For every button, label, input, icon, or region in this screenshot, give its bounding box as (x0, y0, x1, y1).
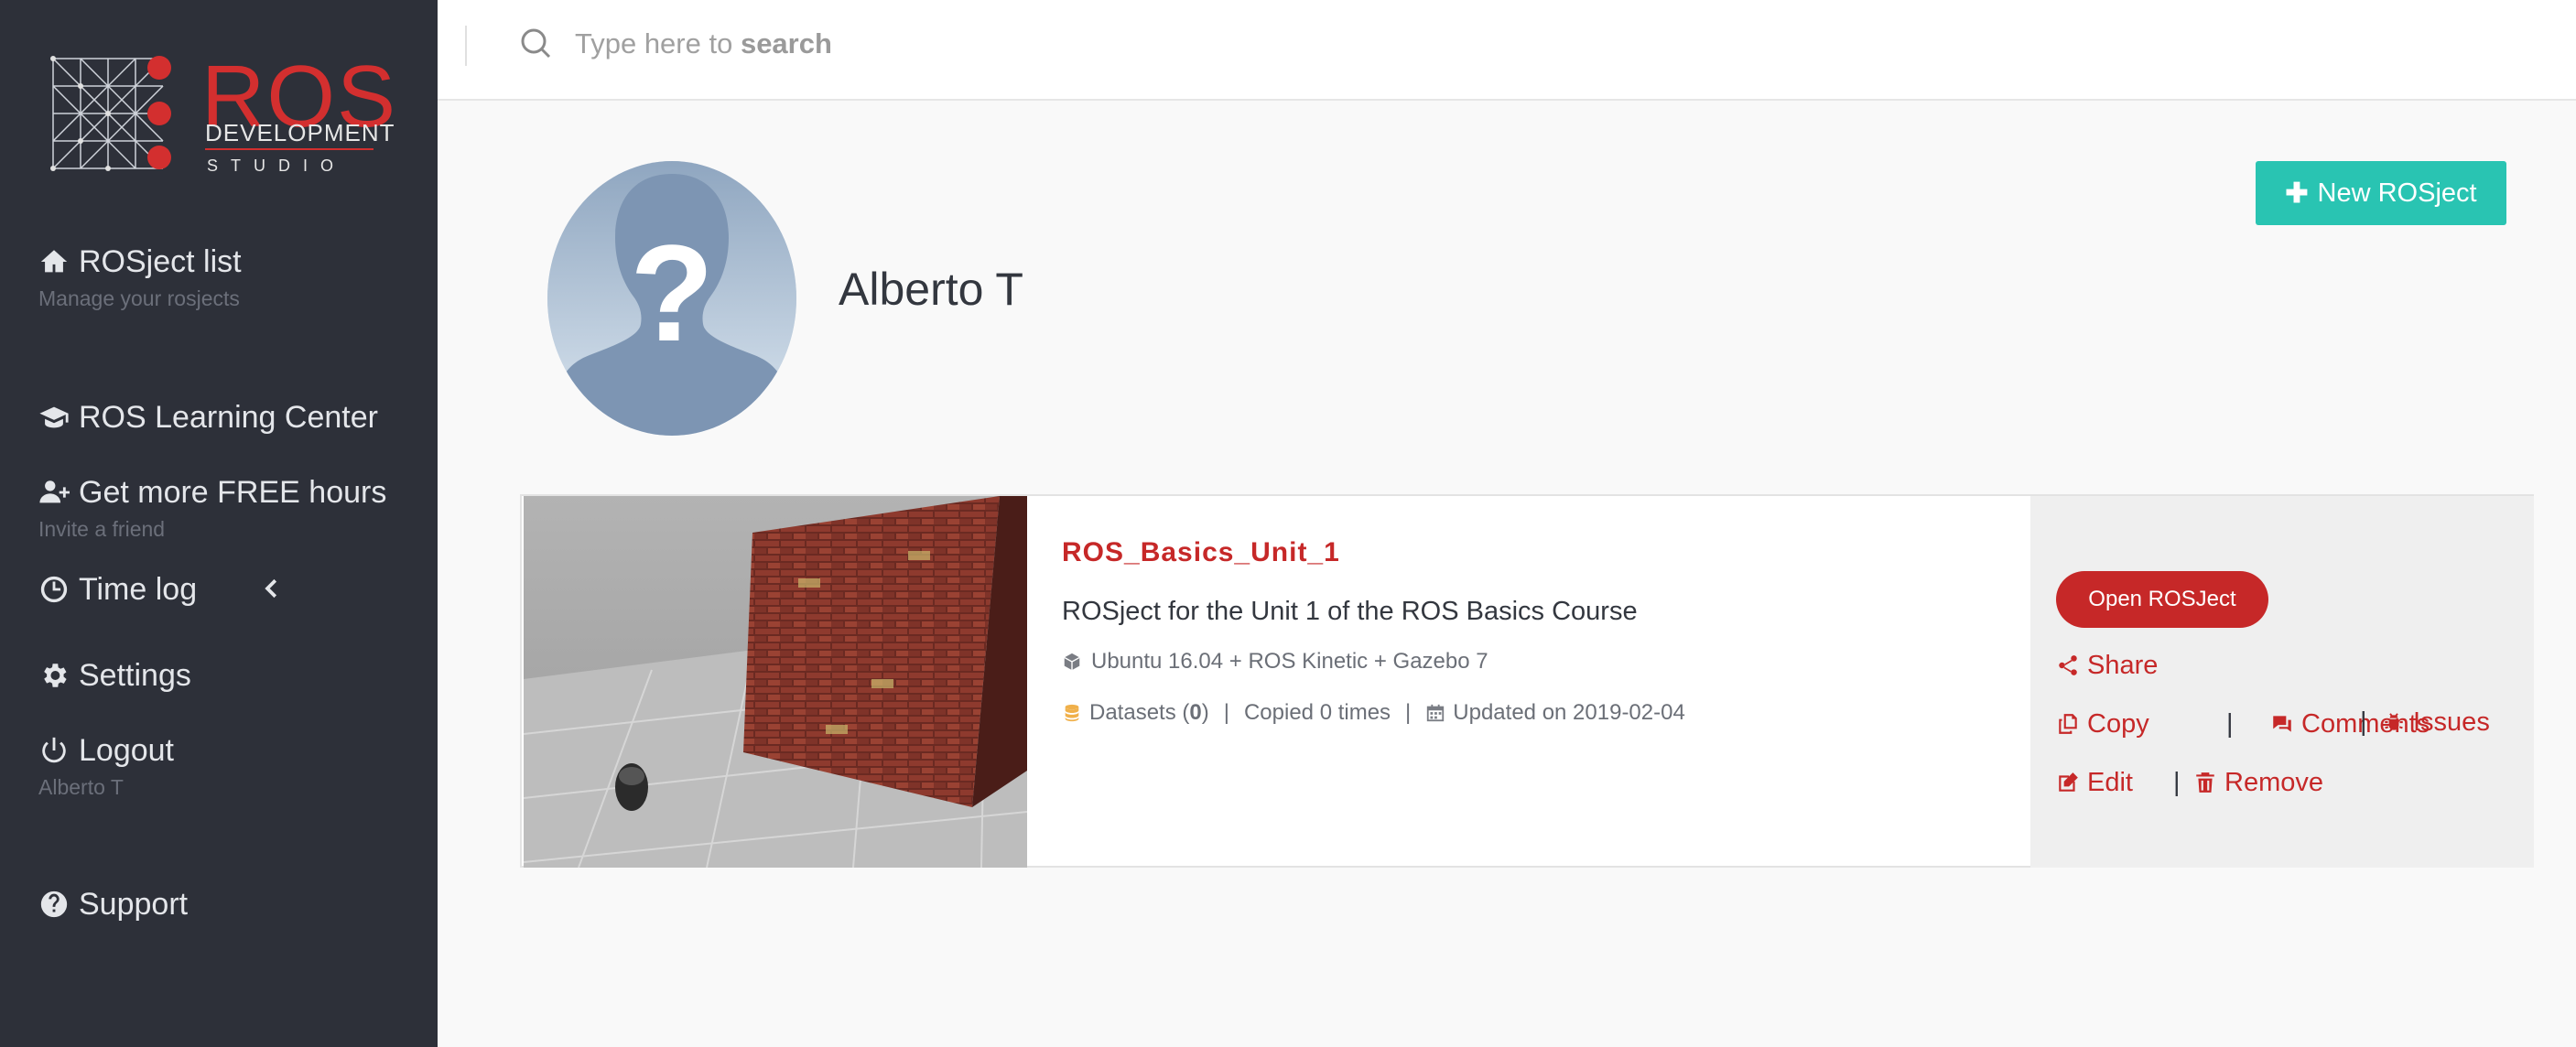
bug-icon (2385, 713, 2403, 730)
logo-line2: STUDIO (207, 157, 347, 175)
search-input[interactable] (575, 24, 1399, 66)
share-icon (2059, 655, 2077, 675)
svg-text:?: ? (630, 216, 714, 370)
question-circle-icon (38, 889, 70, 920)
logo-line1: DEVELOPMENT (205, 119, 395, 146)
clock-icon (38, 574, 70, 605)
new-rosject-label: New ROSject (2317, 178, 2477, 208)
comments-icon (2273, 716, 2291, 732)
rosject-title[interactable]: ROS_Basics_Unit_1 (1062, 536, 2023, 569)
rosject-card: ROS_Basics_Unit_1 ROSject for the Unit 1… (520, 494, 2534, 868)
sidebar-item-settings[interactable]: Settings (38, 657, 191, 694)
sidebar-item-label: Logout (79, 733, 174, 768)
issues-button[interactable]: Issues (2382, 707, 2490, 738)
sidebar-item-label: Support (79, 887, 189, 922)
rosject-environment: Ubuntu 16.04 + ROS Kinetic + Gazebo 7 (1062, 648, 2023, 675)
edit-label: Edit (2087, 768, 2133, 797)
chevron-left-icon[interactable] (258, 575, 286, 602)
copy-icon (2059, 714, 2077, 734)
edit-button[interactable]: Edit (2056, 767, 2133, 798)
remove-label: Remove (2224, 768, 2323, 797)
action-separator: | (2226, 709, 2234, 739)
datasets-close: ) (1201, 700, 1209, 725)
user-plus-icon (38, 477, 70, 508)
cube-icon (1062, 652, 1082, 672)
action-separator: | (2360, 707, 2367, 737)
sidebar-item-time-log[interactable]: Time log (38, 571, 386, 608)
rosject-stats: Datasets (0) | Copied 0 times | Updated … (1062, 699, 2023, 727)
sidebar-item-label: Settings (79, 658, 191, 693)
datasets-link[interactable]: Datasets (0) (1089, 699, 1209, 727)
gear-icon (38, 660, 70, 691)
share-button[interactable]: Share (2056, 650, 2158, 681)
copy-button[interactable]: Copy (2056, 708, 2149, 739)
database-icon (1062, 703, 1082, 723)
remove-button[interactable]: Remove (2193, 767, 2323, 798)
sidebar-item-rosject-list[interactable]: ROSject list Manage your rosjects (38, 243, 242, 311)
logo-divider (205, 148, 373, 150)
sidebar-item-learning-center[interactable]: ROS Learning Center (38, 399, 378, 436)
sidebar-item-sub: Invite a friend (38, 517, 166, 541)
open-rosject-button[interactable]: Open ROSJect (2056, 571, 2268, 628)
sidebar-item-label: Get more FREE hours (79, 475, 387, 510)
new-rosject-button[interactable]: ✚ New ROSject (2256, 161, 2506, 225)
sidebar-item-label: ROS Learning Center (79, 400, 378, 435)
action-separator: | (2173, 768, 2181, 797)
app: ROS DEVELOPMENT STUDIO ROSject list Mana… (0, 0, 2576, 1047)
meta-separator: | (1223, 700, 1229, 725)
sidebar-item-free-hours[interactable]: Get more FREE hours Invite a friend (38, 474, 386, 542)
rosject-thumbnail[interactable] (524, 496, 1027, 868)
plus-icon: ✚ (2285, 178, 2309, 209)
calendar-icon (1425, 703, 1445, 723)
updated-date: Updated on 2019-02-04 (1453, 700, 1685, 725)
search-icon[interactable] (518, 26, 555, 62)
avatar: ? (547, 161, 796, 436)
home-icon (38, 246, 70, 277)
edit-icon (2059, 772, 2078, 792)
sidebar-item-support[interactable]: Support (38, 886, 188, 923)
sidebar-item-label: ROSject list (79, 244, 242, 279)
meta-separator: | (1405, 700, 1412, 725)
issues-label: Issues (2413, 707, 2490, 737)
sidebar: ROS DEVELOPMENT STUDIO ROSject list Mana… (0, 0, 438, 1047)
rosject-description: ROSject for the Unit 1 of the ROS Basics… (1062, 597, 1638, 626)
ros-development-studio-logo[interactable]: ROS DEVELOPMENT STUDIO (44, 48, 395, 185)
sidebar-item-sub: Manage your rosjects (38, 286, 240, 310)
power-icon (38, 735, 70, 766)
top-bar: Type here to search (438, 0, 2576, 101)
sidebar-item-sub: Alberto T (38, 775, 124, 799)
copy-label: Copy (2087, 709, 2149, 739)
rosject-environment-text: Ubuntu 16.04 + ROS Kinetic + Gazebo 7 (1091, 649, 1488, 674)
rosject-info: ROS_Basics_Unit_1 ROSject for the Unit 1… (1062, 536, 2023, 727)
profile-name: Alberto T (839, 264, 1023, 315)
rosject-actions-panel: Open ROSJect Share Copy | Comments | Edi… (2030, 496, 2534, 868)
unknown-user-icon: ? (547, 161, 796, 436)
logo-network-icon (50, 56, 171, 171)
share-label: Share (2087, 651, 2159, 680)
sidebar-item-label: Time log (79, 572, 198, 607)
sidebar-item-logout[interactable]: Logout Alberto T (38, 732, 174, 800)
datasets-label: Datasets ( (1089, 700, 1190, 725)
topbar-divider (465, 26, 467, 66)
datasets-count: 0 (1189, 700, 1202, 725)
graduation-cap-icon (38, 402, 70, 433)
trash-icon (2196, 772, 2214, 793)
copied-count: Copied 0 times (1243, 700, 1391, 725)
